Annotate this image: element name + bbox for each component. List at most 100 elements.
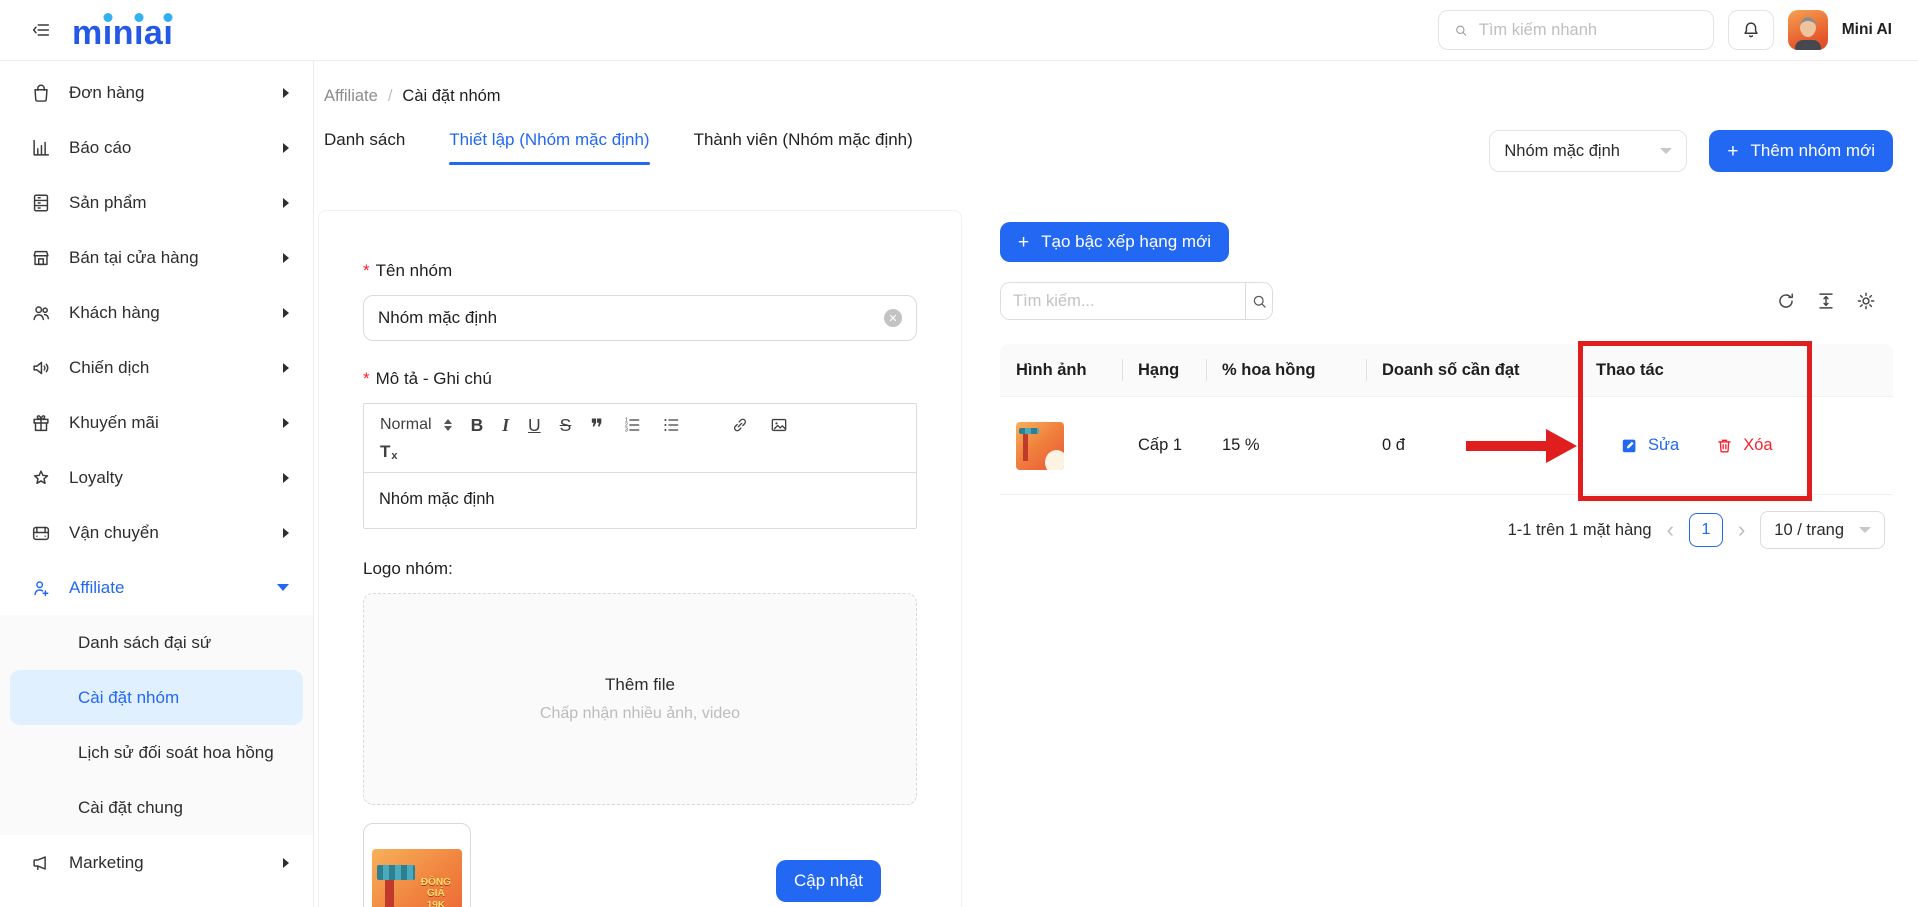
sales-target-cell: 0 đ (1366, 436, 1580, 455)
commission-cell: 15 % (1206, 436, 1366, 455)
file-upload-area[interactable]: Thêm file Chấp nhận nhiều ảnh, video (363, 593, 917, 805)
bullet-list-icon[interactable] (661, 415, 681, 435)
app-logo[interactable]: mınıaı (72, 10, 173, 50)
sidebar: Đơn hàng Báo cáo Sản phẩm Bán tại cửa hà… (0, 61, 314, 907)
avatar[interactable] (1788, 10, 1828, 50)
row-height-icon[interactable] (1815, 290, 1837, 312)
clear-input-icon[interactable]: ✕ (884, 309, 902, 327)
group-settings-card: *Tên nhóm ✕ *Mô tả - Ghi chú Normal B I … (318, 210, 962, 907)
updown-icon (444, 419, 452, 431)
prev-page-icon[interactable]: ‹ (1667, 519, 1674, 541)
upload-hint: Chấp nhận nhiều ảnh, video (540, 705, 740, 723)
group-name-field: ✕ (363, 295, 917, 341)
sidebar-item-marketing[interactable]: Marketing (0, 835, 313, 890)
page-number[interactable]: 1 (1689, 513, 1723, 547)
page-size-select[interactable]: 10 / trang (1760, 511, 1885, 549)
sidebar-subitem-lich-su-doi-soat[interactable]: Lịch sử đối soát hoa hồng (10, 725, 303, 780)
create-rank-button[interactable]: + Tạo bậc xếp hạng mới (1000, 222, 1229, 262)
star-icon (30, 467, 52, 489)
plus-icon: + (1018, 233, 1029, 252)
sidebar-subitem-cai-dat-chung[interactable]: Cài đặt chung (10, 780, 303, 835)
sidebar-subitem-danh-sach-dai-su[interactable]: Danh sách đại sứ (10, 615, 303, 670)
sidebar-item-van-chuyen[interactable]: Vận chuyển (0, 505, 313, 560)
topbar: mınıaı Mini AI (0, 0, 1918, 61)
search-icon (1453, 21, 1469, 40)
sidebar-subitem-cai-dat-nhom[interactable]: Cài đặt nhóm (10, 670, 303, 725)
tab-danh-sach[interactable]: Danh sách (324, 130, 405, 165)
table-row: Cấp 1 15 % 0 đ Sửa Xóa (1000, 397, 1893, 495)
update-button[interactable]: Cập nhật (776, 860, 881, 902)
chart-icon (30, 137, 52, 159)
notifications-button[interactable] (1728, 10, 1774, 50)
bold-button[interactable]: B (471, 415, 484, 436)
sidebar-item-khuyen-mai[interactable]: Khuyến mãi (0, 395, 313, 450)
product-icon (30, 192, 52, 214)
clear-format-icon[interactable]: Tx (380, 442, 398, 462)
group-name-input[interactable] (378, 308, 884, 328)
chevron-right-icon (283, 253, 289, 263)
affiliate-icon (30, 577, 52, 599)
col-thao-tac: Thao tác (1580, 344, 1893, 396)
next-page-icon[interactable]: › (1738, 519, 1745, 541)
chevron-right-icon (283, 418, 289, 428)
search-icon (1250, 292, 1269, 311)
customers-icon (30, 302, 52, 324)
ordered-list-icon[interactable]: 123 (622, 415, 642, 435)
user-name: Mini AI (1842, 21, 1892, 39)
rank-search (1000, 282, 1273, 320)
editor-toolbar: Normal B I U S ❞ 123 (364, 404, 916, 438)
sidebar-item-san-pham[interactable]: Sản phẩm (0, 175, 313, 230)
edit-icon (1620, 436, 1639, 455)
chevron-right-icon (283, 143, 289, 153)
edit-button[interactable]: Sửa (1620, 436, 1679, 455)
group-select[interactable]: Nhóm mặc định (1489, 130, 1687, 172)
refresh-icon[interactable] (1775, 290, 1797, 312)
strikethrough-button[interactable]: S (560, 415, 572, 436)
sidebar-item-don-hang[interactable]: Đơn hàng (0, 65, 313, 120)
name-label: *Tên nhóm (363, 261, 917, 281)
main-content: Affiliate / Cài đặt nhóm Danh sách Thiết… (314, 61, 1918, 907)
sidebar-item-affiliate[interactable]: Affiliate (0, 560, 313, 615)
editor-content[interactable]: Nhóm mặc định (364, 472, 916, 528)
blockquote-icon[interactable]: ❞ (590, 414, 603, 436)
rank-search-input[interactable] (1001, 283, 1245, 319)
insert-image-icon[interactable] (769, 415, 789, 435)
global-search-input[interactable] (1479, 21, 1699, 40)
add-group-button[interactable]: + Thêm nhóm mới (1709, 130, 1893, 172)
ranking-panel: + Tạo bậc xếp hạng mới (997, 210, 1893, 549)
pagination-summary: 1-1 trên 1 mặt hàng (1508, 521, 1652, 540)
tab-thiet-lap[interactable]: Thiết lập (Nhóm mặc định) (449, 130, 649, 165)
sidebar-item-loyalty[interactable]: Loyalty (0, 450, 313, 505)
link-icon[interactable] (730, 415, 750, 435)
menu-fold-icon[interactable] (30, 19, 52, 41)
format-select[interactable]: Normal (380, 416, 452, 434)
trash-icon (1715, 436, 1734, 455)
breadcrumb: Affiliate / Cài đặt nhóm (314, 61, 1918, 106)
breadcrumb-affiliate[interactable]: Affiliate (324, 87, 378, 106)
rank-table: Hình ảnh Hạng % hoa hồng Doanh số cần đạ… (1000, 344, 1893, 495)
sidebar-item-khach-hang[interactable]: Khách hàng (0, 285, 313, 340)
chevron-down-icon (1660, 148, 1672, 154)
shipping-icon (30, 522, 52, 544)
rank-search-button[interactable] (1245, 283, 1272, 319)
sidebar-item-chien-dich[interactable]: Chiến dịch (0, 340, 313, 395)
col-doanh-so: Doanh số cần đạt (1366, 344, 1580, 396)
chevron-right-icon (283, 858, 289, 868)
chevron-right-icon (283, 308, 289, 318)
bell-icon (1740, 19, 1762, 41)
global-search (1438, 10, 1714, 50)
breadcrumb-current: Cài đặt nhóm (402, 87, 500, 106)
tab-thanh-vien[interactable]: Thành viên (Nhóm mặc định) (694, 130, 913, 165)
chevron-right-icon (283, 88, 289, 98)
sidebar-item-ban-tai-cua-hang[interactable]: Bán tại cửa hàng (0, 230, 313, 285)
chevron-down-icon (1859, 527, 1871, 533)
sidebar-item-bao-cao[interactable]: Báo cáo (0, 120, 313, 175)
underline-button[interactable]: U (528, 415, 541, 436)
uploaded-logo-preview[interactable]: ĐỒNG GIÁ 19K (363, 823, 471, 907)
gear-icon[interactable] (1855, 290, 1877, 312)
chevron-down-icon (277, 584, 289, 591)
delete-button[interactable]: Xóa (1715, 436, 1772, 455)
italic-button[interactable]: I (502, 415, 509, 436)
rich-text-editor: Normal B I U S ❞ 123 (363, 403, 917, 529)
chevron-right-icon (283, 528, 289, 538)
